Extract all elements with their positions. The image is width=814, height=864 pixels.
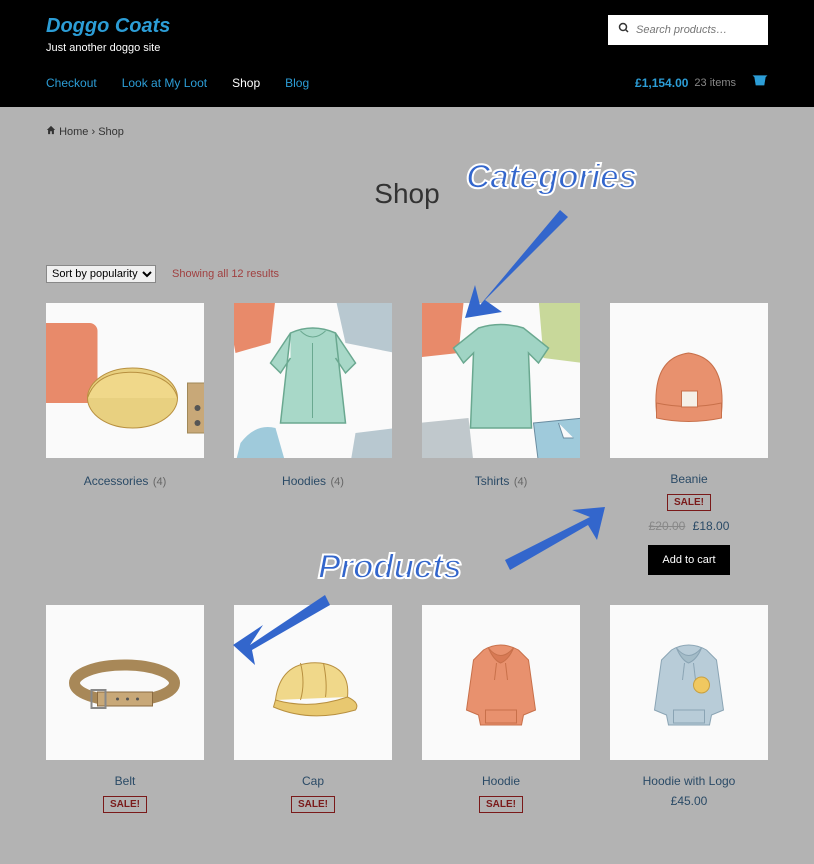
add-to-cart-button[interactable]: Add to cart: [648, 545, 729, 575]
home-icon[interactable]: [46, 126, 59, 138]
arrow-icon: [460, 200, 590, 330]
sort-select[interactable]: Sort by popularity: [46, 265, 156, 283]
nav-loot[interactable]: Look at My Loot: [122, 76, 207, 90]
product-thumb: [610, 303, 768, 458]
cart-count: 23 items: [694, 77, 736, 89]
product-tile-hoodie-logo[interactable]: Hoodie with Logo £45.00: [610, 605, 768, 821]
search-box[interactable]: [608, 15, 768, 45]
product-tile-belt[interactable]: Belt SALE!: [46, 605, 204, 821]
category-thumb: [46, 303, 204, 458]
category-name: Accessories: [84, 474, 149, 488]
sale-badge: SALE!: [479, 796, 523, 813]
breadcrumb-current: Shop: [98, 126, 124, 138]
category-tile-hoodies[interactable]: Hoodies (4): [234, 303, 392, 575]
sale-badge: SALE!: [667, 494, 711, 511]
annotation-categories: Categories: [466, 158, 637, 197]
arrow-icon: [500, 505, 610, 575]
price: £18.00: [693, 519, 730, 533]
nav-checkout[interactable]: Checkout: [46, 76, 97, 90]
search-icon: [618, 21, 630, 39]
product-thumb: [610, 605, 768, 760]
breadcrumb-home[interactable]: Home: [59, 126, 88, 138]
arrow-icon: [230, 590, 340, 665]
cart-total: £1,154.00: [635, 76, 688, 90]
sale-badge: SALE!: [291, 796, 335, 813]
page-title: Shop: [46, 178, 768, 210]
product-tile-hoodie[interactable]: Hoodie SALE!: [422, 605, 580, 821]
old-price: £20.00: [649, 519, 686, 533]
breadcrumb: Home › Shop: [46, 125, 768, 138]
annotation-products: Products: [318, 548, 461, 587]
result-count: Showing all 12 results: [172, 268, 279, 280]
site-title[interactable]: Doggo Coats: [46, 15, 170, 38]
product-tile-beanie[interactable]: Beanie SALE! £20.00 £18.00 Add to cart: [610, 303, 768, 575]
site-tagline: Just another doggo site: [46, 42, 170, 54]
cart-link[interactable]: £1,154.00 23 items: [635, 74, 768, 91]
product-thumb: [422, 605, 580, 760]
category-thumb: [234, 303, 392, 458]
nav-shop[interactable]: Shop: [232, 76, 260, 90]
sale-badge: SALE!: [103, 796, 147, 813]
nav-blog[interactable]: Blog: [285, 76, 309, 90]
product-thumb: [46, 605, 204, 760]
main-nav: Checkout Look at My Loot Shop Blog: [46, 76, 309, 90]
category-tile-accessories[interactable]: Accessories (4): [46, 303, 204, 575]
price: £45.00: [671, 794, 708, 808]
search-input[interactable]: [636, 24, 756, 36]
cart-icon: [752, 74, 768, 91]
